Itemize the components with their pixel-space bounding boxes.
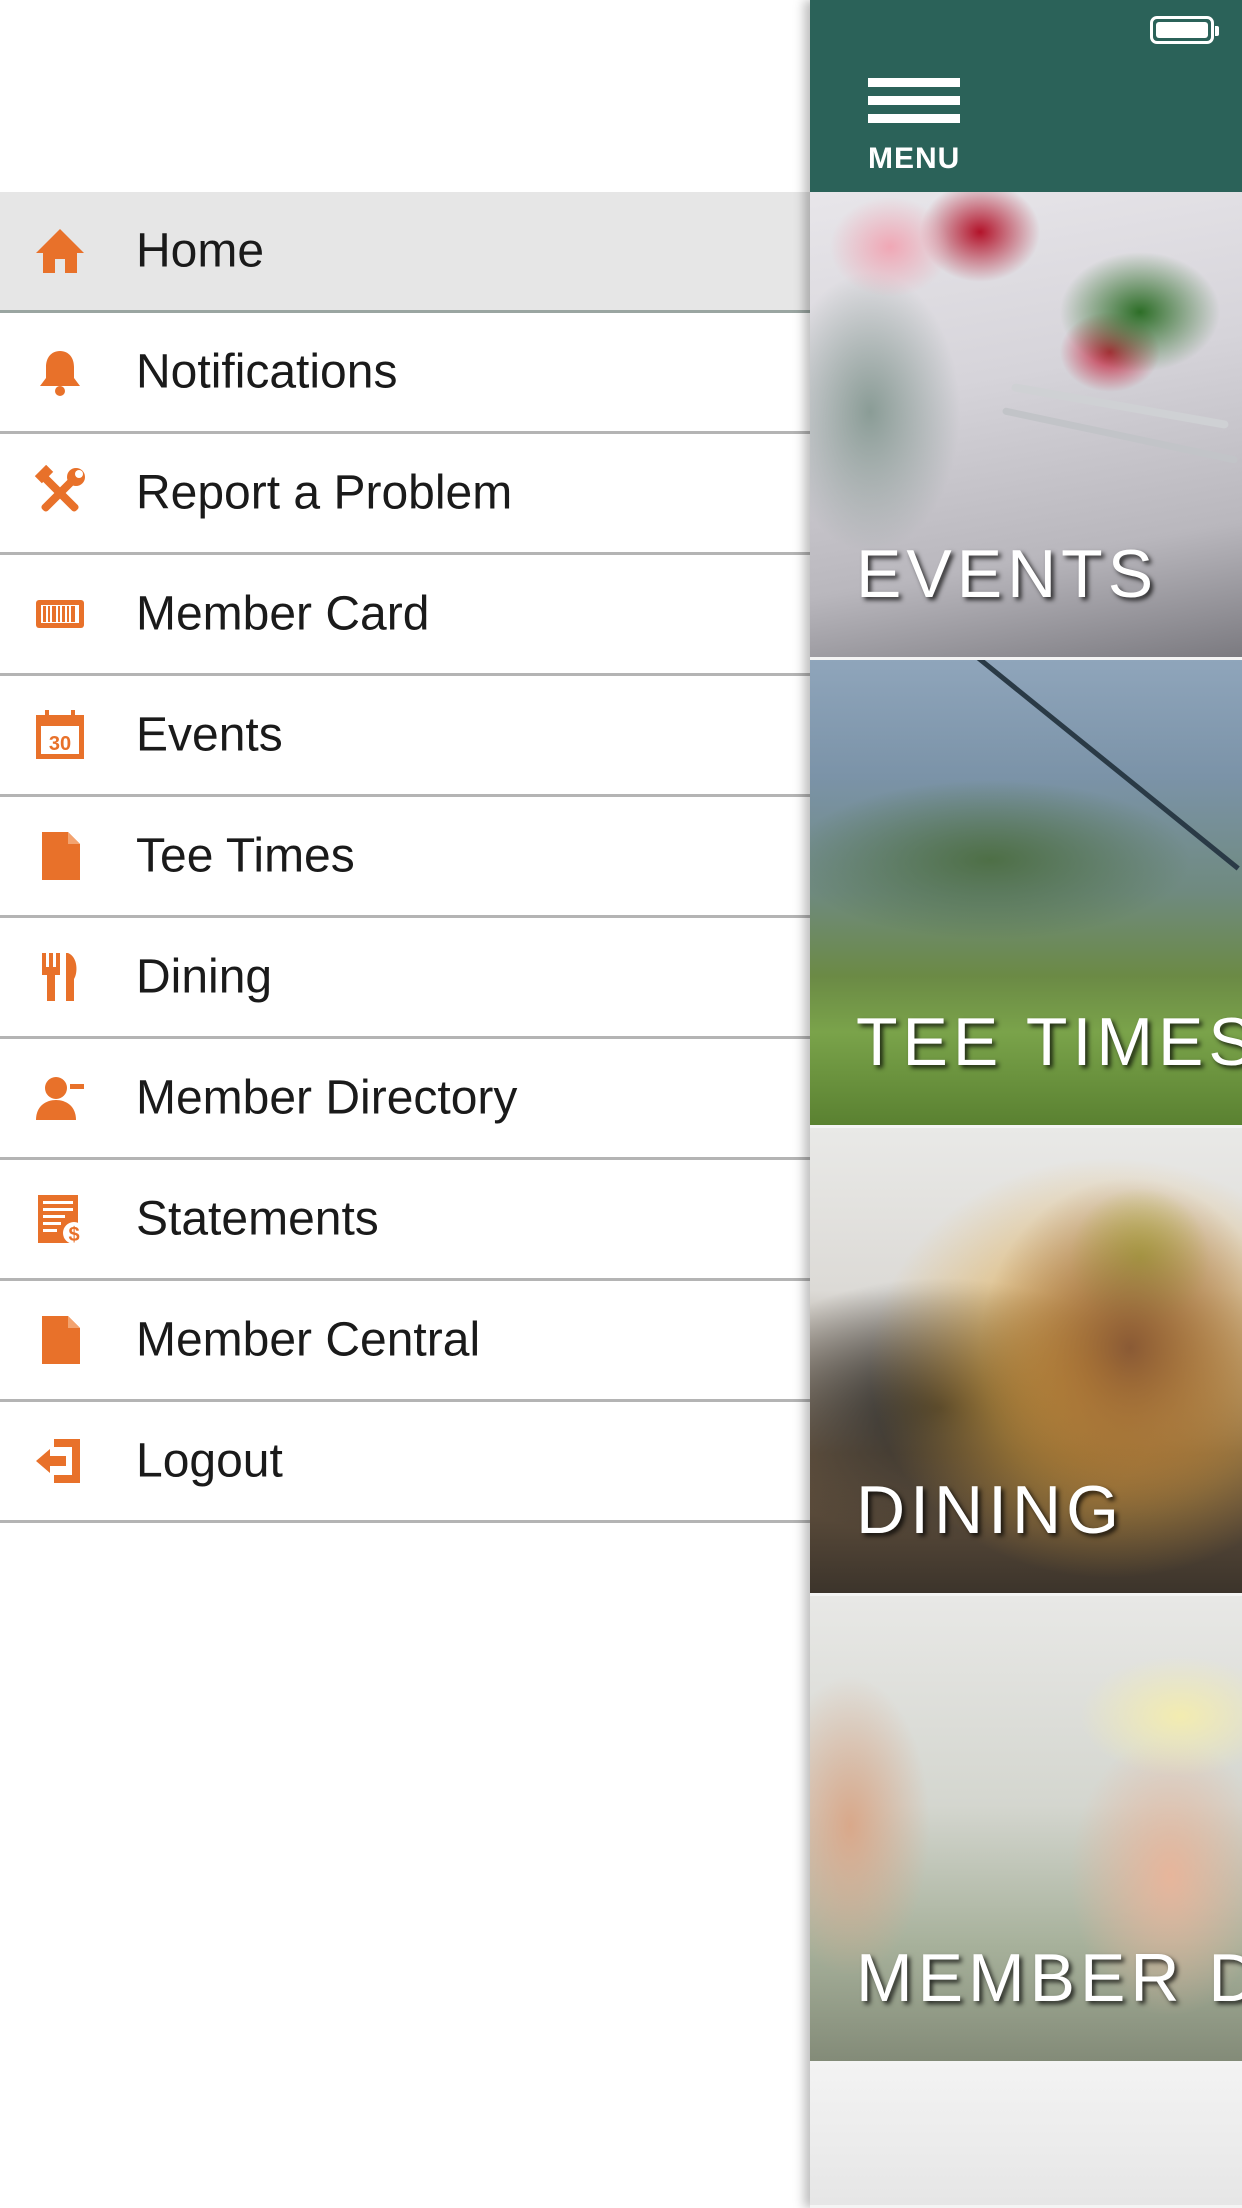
barcode-icon (30, 584, 90, 644)
calendar-icon: 30 (30, 705, 90, 765)
person-icon (30, 1068, 90, 1128)
top-bar: MENU (810, 0, 1242, 192)
drawer-item-home[interactable]: Home (0, 192, 810, 313)
document-icon (30, 826, 90, 886)
tile-label: DINING (856, 1472, 1124, 1548)
drawer-item-label: Logout (136, 1434, 283, 1488)
hamburger-icon (868, 78, 964, 123)
tile-label: MEMBER D (856, 1940, 1242, 2016)
tile-events[interactable]: EVENTS (810, 192, 1242, 660)
drawer-item-events[interactable]: 30 Events (0, 676, 810, 797)
home-icon (30, 221, 90, 281)
drawer-item-label: Notifications (136, 345, 398, 399)
drawer-item-statements[interactable]: $ Statements (0, 1160, 810, 1281)
golf-club-image (956, 660, 1240, 871)
drawer-item-dining[interactable]: Dining (0, 918, 810, 1039)
logout-icon (30, 1431, 90, 1491)
drawer-item-report-problem[interactable]: Report a Problem (0, 434, 810, 555)
drawer-item-label: Home (136, 224, 265, 278)
drawer-item-label: Member Central (136, 1313, 481, 1367)
document-icon (30, 1310, 90, 1370)
tile-partial[interactable] (810, 2064, 1242, 2208)
fork-knife-icon (30, 947, 90, 1007)
drawer-item-label: Tee Times (136, 829, 355, 883)
drawer-item-label: Member Card (136, 587, 430, 641)
bell-icon (30, 342, 90, 402)
drawer-item-label: Events (136, 708, 283, 762)
drawer-item-label: Report a Problem (136, 466, 513, 520)
main-panel: MENU EVENTS TEE TIMES DINING MEMBER D (810, 0, 1242, 2208)
drawer-item-label: Statements (136, 1192, 379, 1246)
tile-dining[interactable]: DINING (810, 1128, 1242, 1596)
battery-icon (1150, 16, 1219, 44)
menu-button[interactable]: MENU (868, 78, 964, 178)
drawer-item-tee-times[interactable]: Tee Times (0, 797, 810, 918)
tile-member-directory[interactable]: MEMBER D (810, 1596, 1242, 2064)
navigation-drawer: Home Notifications Report a Problem Memb… (0, 0, 810, 2208)
drawer-item-member-directory[interactable]: Member Directory (0, 1039, 810, 1160)
svg-text:$: $ (68, 1224, 79, 1246)
drawer-menu: Home Notifications Report a Problem Memb… (0, 192, 810, 1523)
menu-label: MENU (868, 142, 961, 175)
tile-label: EVENTS (856, 536, 1159, 612)
drawer-item-member-card[interactable]: Member Card (0, 555, 810, 676)
tile-label: TEE TIMES (856, 1004, 1242, 1080)
drawer-item-label: Member Directory (136, 1071, 518, 1125)
drawer-item-member-central[interactable]: Member Central (0, 1281, 810, 1402)
tools-icon (30, 463, 90, 523)
svg-text:30: 30 (49, 733, 71, 755)
drawer-item-notifications[interactable]: Notifications (0, 313, 810, 434)
drawer-item-logout[interactable]: Logout (0, 1402, 810, 1523)
tile-tee-times[interactable]: TEE TIMES (810, 660, 1242, 1128)
statement-icon: $ (30, 1189, 90, 1249)
drawer-item-label: Dining (136, 950, 273, 1004)
drawer-header (0, 0, 810, 192)
